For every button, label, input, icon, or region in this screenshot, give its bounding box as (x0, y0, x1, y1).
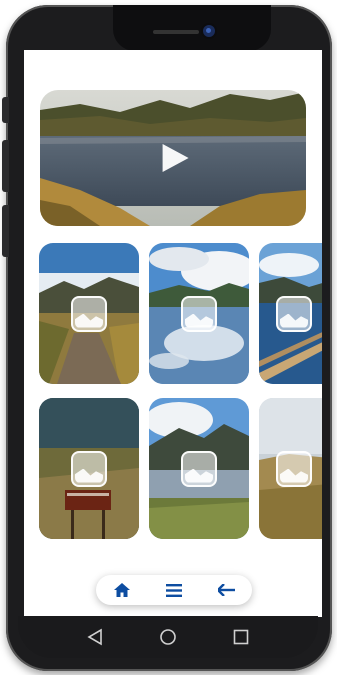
image-icon (71, 450, 107, 487)
speaker-grille (153, 30, 199, 34)
app-screen (24, 50, 322, 617)
menu-icon (166, 583, 182, 597)
image-icon (71, 295, 107, 332)
home-button[interactable] (107, 578, 137, 602)
phone-notch (113, 5, 271, 51)
gallery-image-dirt-path[interactable] (39, 243, 139, 384)
volume-up-button (2, 97, 9, 123)
gallery-image-lake-reflection[interactable] (149, 243, 249, 384)
bottom-navigation (96, 575, 252, 605)
gallery-image-lake-railing[interactable] (259, 243, 322, 384)
power-button (2, 205, 9, 257)
back-triangle-icon (87, 628, 102, 646)
home-circle-icon (160, 629, 176, 645)
image-icon (181, 450, 217, 487)
volume-down-button (2, 140, 9, 192)
home-icon (114, 583, 130, 597)
back-arrow-icon (217, 584, 235, 596)
image-icon (181, 295, 217, 332)
back-button[interactable] (211, 578, 241, 602)
gallery-image-marsh[interactable] (149, 398, 249, 539)
recents-square-icon (234, 629, 249, 645)
front-camera (203, 25, 215, 37)
system-navigation-bar (18, 616, 318, 658)
image-icon (276, 450, 312, 487)
featured-video[interactable] (40, 90, 306, 226)
gallery-image-trail-sign[interactable] (39, 398, 139, 539)
system-back-button[interactable] (80, 622, 110, 652)
image-icon (276, 295, 312, 332)
menu-button[interactable] (159, 578, 189, 602)
system-recents-button[interactable] (226, 622, 256, 652)
gallery-image-meadow[interactable] (259, 398, 322, 539)
play-icon[interactable] (162, 144, 189, 172)
system-home-button[interactable] (153, 622, 183, 652)
